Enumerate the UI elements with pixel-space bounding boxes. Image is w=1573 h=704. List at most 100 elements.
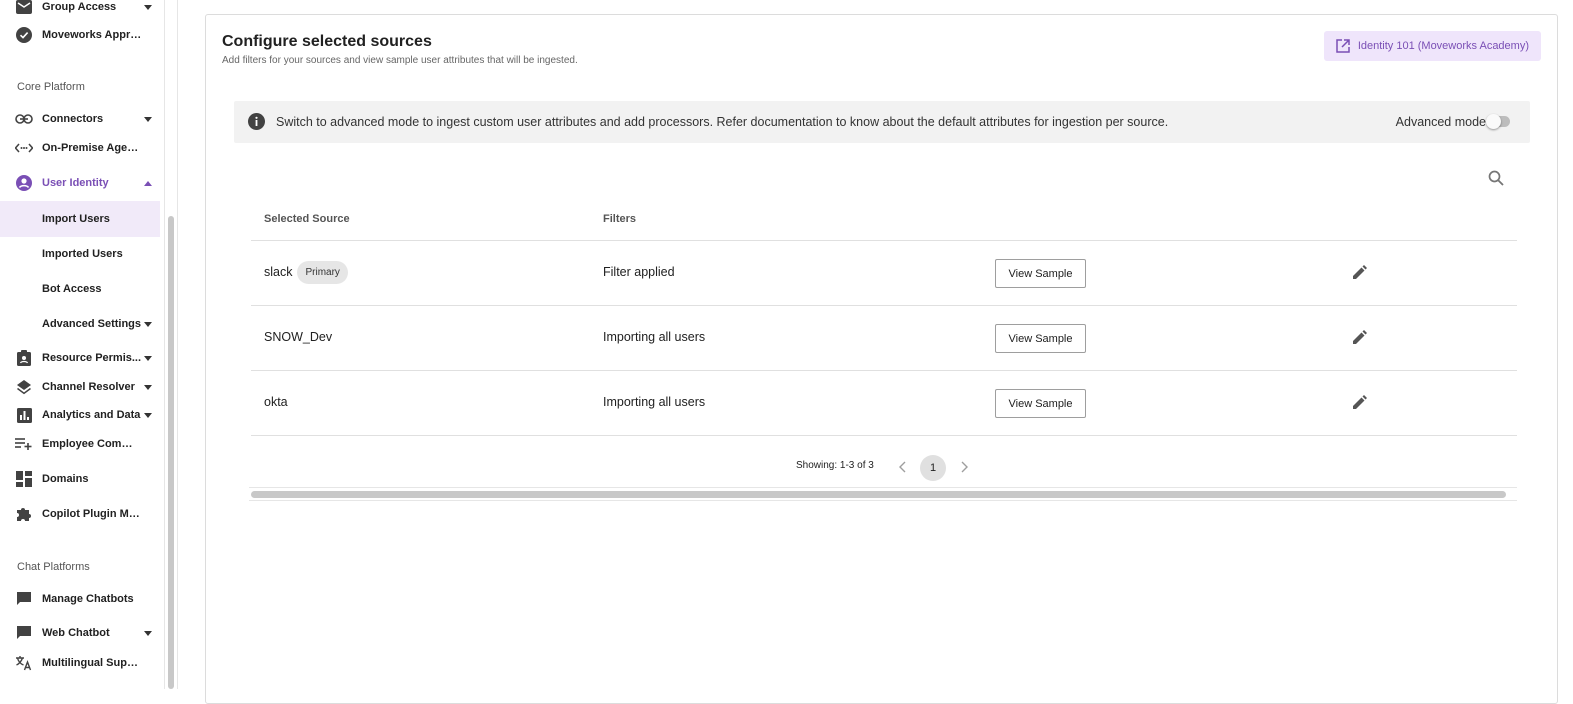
pagination-showing: Showing: 1-3 of 3 (796, 460, 874, 471)
source-cell: slack Primary (264, 260, 348, 284)
search-icon[interactable] (1488, 170, 1504, 191)
sidebar-item-label: Connectors (42, 113, 104, 125)
sidebar-item-employee-communications[interactable]: Employee Commu... (0, 429, 160, 459)
sidebar-item-label: Manage Chatbots (42, 593, 134, 605)
sidebar-item-group-access[interactable]: Group Access (0, 0, 160, 22)
chat-icon (15, 624, 33, 642)
page-subtitle: Add filters for your sources and view sa… (222, 55, 578, 66)
sidebar-item-label: Web Chatbot (42, 627, 110, 639)
sidebar-subitem-label: Import Users (42, 213, 110, 225)
sidebar-subitem-imported-users[interactable]: Imported Users (0, 236, 160, 272)
sidebar-item-label: Channel Resolver (42, 381, 135, 393)
chevron-up-icon (144, 180, 152, 186)
page-number-button[interactable]: 1 (920, 455, 946, 481)
edit-icon[interactable] (1352, 394, 1368, 415)
table-row: SNOW_Dev Importing all users View Sample (251, 306, 1517, 371)
sidebar-item-domains[interactable]: Domains (0, 464, 160, 494)
horizontal-scrollbar-thumb[interactable] (251, 491, 1506, 498)
view-sample-button[interactable]: View Sample (995, 259, 1086, 288)
source-name: okta (264, 395, 288, 409)
code-dots-icon (15, 139, 33, 157)
table-horizontal-scrollbar[interactable] (249, 487, 1517, 501)
info-icon (248, 113, 265, 135)
sidebar-item-copilot-plugin-management[interactable]: Copilot Plugin Ma... (0, 499, 160, 529)
sidebar: Group Access Moveworks Appro... Core Pla… (0, 0, 164, 689)
edit-icon[interactable] (1352, 264, 1368, 285)
sidebar-subitem-advanced-settings[interactable]: Advanced Settings (0, 306, 160, 342)
filter-cell: Importing all users (603, 395, 706, 409)
sidebar-item-connectors[interactable]: Connectors (0, 104, 160, 134)
sidebar-item-label: Analytics and Data (42, 409, 141, 421)
sidebar-item-user-identity[interactable]: User Identity (0, 168, 160, 198)
advanced-mode-label: Advanced mode (1395, 115, 1486, 129)
academy-link-label: Identity 101 (Moveworks Academy) (1357, 40, 1529, 52)
sidebar-item-label: Domains (42, 473, 89, 485)
sidebar-scrollbar-thumb[interactable] (168, 216, 174, 689)
link-icon (15, 110, 33, 128)
sidebar-item-label: Multilingual Support (42, 657, 142, 669)
chevron-down-icon (144, 321, 152, 327)
sidebar-item-moveworks-approvals[interactable]: Moveworks Appro... (0, 20, 160, 50)
primary-badge: Primary (297, 260, 348, 284)
sidebar-item-label: Employee Commu... (42, 438, 142, 450)
sidebar-item-on-premise-agents[interactable]: On-Premise Agents (0, 133, 160, 163)
chevron-left-icon[interactable] (898, 460, 908, 478)
sidebar-subitem-label: Bot Access (42, 283, 102, 295)
section-title-chat-platforms: Chat Platforms (17, 561, 90, 573)
source-name: SNOW_Dev (264, 330, 333, 344)
filter-cell: Filter applied (603, 265, 675, 279)
mail-icon (15, 0, 33, 16)
sidebar-item-web-chatbot[interactable]: Web Chatbot (0, 618, 160, 648)
sidebar-item-analytics-and-data[interactable]: Analytics and Data (0, 400, 160, 430)
sidebar-subitem-label: Imported Users (42, 248, 123, 260)
open-in-new-icon (1336, 39, 1350, 56)
sidebar-item-resource-permissions[interactable]: Resource Permis... (0, 343, 160, 373)
table-row: okta Importing all users View Sample (251, 371, 1517, 436)
bar-chart-icon (15, 406, 33, 424)
sidebar-item-multilingual-support[interactable]: Multilingual Support (0, 648, 160, 678)
info-banner: Switch to advanced mode to ingest custom… (234, 101, 1530, 143)
configure-sources-card: Configure selected sources Add filters f… (205, 14, 1558, 704)
chevron-down-icon (144, 630, 152, 636)
sidebar-item-label: Copilot Plugin Ma... (42, 508, 142, 520)
view-sample-button[interactable]: View Sample (995, 324, 1086, 353)
source-name: slack (264, 265, 293, 279)
chat-icon (15, 590, 33, 608)
sidebar-item-label: User Identity (42, 177, 109, 189)
filter-cell: Importing all users (603, 330, 706, 344)
playlist-add-icon (15, 435, 33, 453)
chevron-down-icon (144, 116, 152, 122)
sidebar-item-label: Resource Permis... (42, 352, 142, 364)
badge-icon (15, 349, 33, 367)
advanced-mode-toggle[interactable] (1486, 114, 1510, 129)
puzzle-icon (15, 505, 33, 523)
chevron-down-icon (144, 412, 152, 418)
table-row: slack Primary Filter applied View Sample (251, 241, 1517, 306)
sidebar-item-label: Group Access (42, 1, 117, 13)
sidebar-subitem-import-users[interactable]: Import Users (0, 201, 160, 237)
sidebar-item-label: Moveworks Appro... (42, 29, 142, 41)
chevron-right-icon[interactable] (959, 460, 969, 478)
section-title-core-platform: Core Platform (17, 81, 85, 93)
sidebar-subitem-label: Advanced Settings (42, 318, 142, 330)
translate-icon (15, 654, 33, 672)
chevron-down-icon (144, 4, 152, 10)
column-header-filters: Filters (603, 213, 637, 225)
page-title: Configure selected sources (222, 33, 432, 50)
edit-icon[interactable] (1352, 329, 1368, 350)
source-cell: okta (264, 395, 288, 409)
sidebar-subitem-bot-access[interactable]: Bot Access (0, 271, 160, 307)
sidebar-item-manage-chatbots[interactable]: Manage Chatbots (0, 584, 160, 614)
pagination: Showing: 1-3 of 3 1 (251, 450, 1517, 482)
check-circle-icon (15, 26, 33, 44)
chevron-down-icon (144, 355, 152, 361)
view-sample-button[interactable]: View Sample (995, 389, 1086, 418)
sidebar-item-channel-resolver[interactable]: Channel Resolver (0, 372, 160, 402)
sidebar-item-label: On-Premise Agents (42, 142, 142, 154)
source-cell: SNOW_Dev (264, 330, 332, 344)
column-header-selected-source: Selected Source (264, 213, 350, 225)
academy-link-button[interactable]: Identity 101 (Moveworks Academy) (1323, 31, 1541, 61)
layers-icon (15, 378, 33, 396)
account-circle-icon (15, 174, 33, 192)
toggle-knob (1486, 114, 1501, 129)
